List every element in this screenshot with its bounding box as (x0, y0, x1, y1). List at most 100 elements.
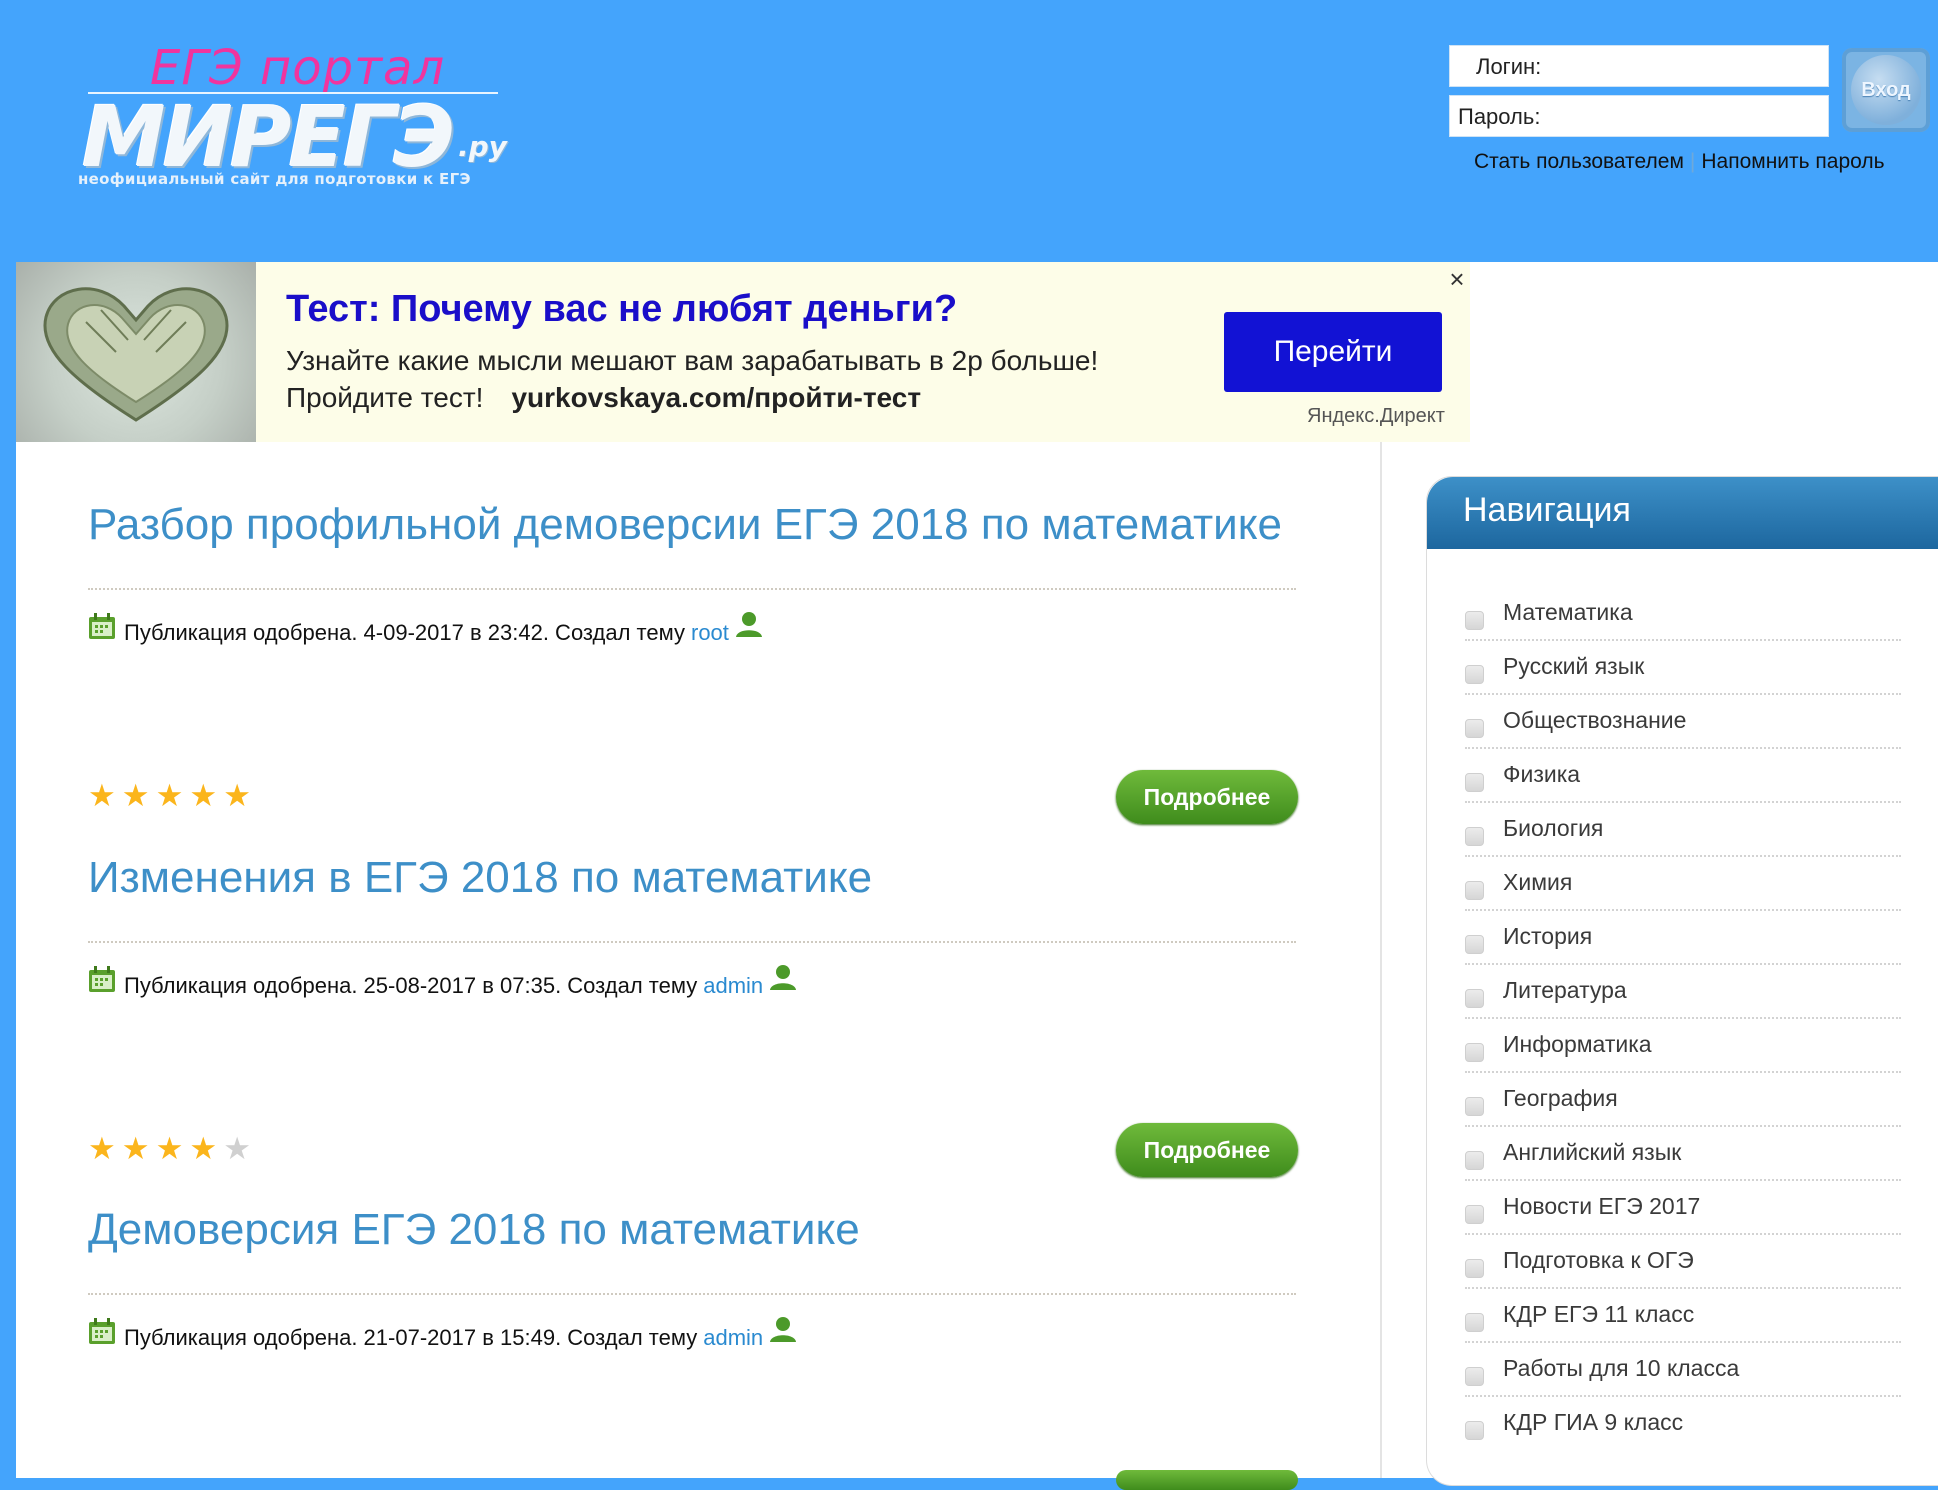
sidebar-item[interactable]: Информатика (1465, 1019, 1901, 1073)
star-icon[interactable]: ★ (223, 780, 251, 811)
sidebar-item[interactable]: Физика (1465, 749, 1901, 803)
star-icon[interactable]: ★ (223, 1133, 251, 1164)
sidebar-item-label[interactable]: Английский язык (1503, 1139, 1681, 1166)
more-button[interactable]: Подробнее (1116, 770, 1298, 824)
star-icon[interactable]: ★ (88, 1133, 116, 1164)
sidebar-item-label[interactable]: Литература (1503, 977, 1627, 1004)
sidebar-item-label[interactable]: Информатика (1503, 1031, 1652, 1058)
ad-text-line2-row: Пройдите тест! yurkovskaya.com/пройти-тес… (286, 379, 1098, 416)
checkbox-icon (1465, 611, 1484, 630)
close-icon[interactable]: × (1445, 264, 1469, 295)
sidebar-item-label[interactable]: Химия (1503, 869, 1572, 896)
sidebar-item[interactable]: Английский язык (1465, 1127, 1901, 1181)
sidebar-item[interactable]: Математика (1465, 587, 1901, 641)
password-field[interactable]: Пароль: (1449, 95, 1829, 137)
logo-subtitle: неофициальный сайт для подготовки к ЕГЭ (78, 170, 471, 188)
calendar-icon (88, 1317, 116, 1351)
post-meta: Публикация одобрена. 25-08-2017 в 07:35.… (88, 965, 797, 1003)
calendar-icon (88, 965, 116, 999)
sidebar-item[interactable]: Подготовка к ОГЭ (1465, 1235, 1901, 1289)
ad-go-button[interactable]: Перейти (1224, 312, 1442, 392)
sidebar-item-label[interactable]: Физика (1503, 761, 1580, 788)
login-field[interactable]: Логин: (1449, 45, 1829, 87)
ad-text: Узнайте какие мысли мешают вам зарабатыв… (286, 342, 1098, 416)
sidebar-navigation: Навигация Математика Русский язык Общест… (1426, 476, 1938, 1486)
ad-heart-money-image[interactable] (16, 262, 256, 442)
post-meta: Публикация одобрена. 21-07-2017 в 15:49.… (88, 1317, 797, 1355)
sidebar-item-label[interactable]: Русский язык (1503, 653, 1644, 680)
post-title[interactable]: Разбор профильной демоверсии ЕГЭ 2018 по… (88, 500, 1282, 550)
checkbox-icon (1465, 827, 1484, 846)
sidebar-item[interactable]: География (1465, 1073, 1901, 1127)
checkbox-icon (1465, 989, 1484, 1008)
logo-domain-text: .ру (458, 130, 507, 163)
site-logo[interactable]: ЕГЭ портал МИРЕГЭ .ру неофициальный сайт… (78, 40, 518, 200)
column-divider (1380, 442, 1382, 1478)
star-icon[interactable]: ★ (122, 780, 150, 811)
sidebar-item-label[interactable]: Биология (1503, 815, 1603, 842)
sidebar-item-label[interactable]: Работы для 10 класса (1503, 1355, 1739, 1382)
star-icon[interactable]: ★ (189, 780, 217, 811)
sidebar-item[interactable]: Работы для 10 класса (1465, 1343, 1901, 1397)
sidebar-item-label[interactable]: География (1503, 1085, 1618, 1112)
sidebar-item[interactable]: Обществознание (1465, 695, 1901, 749)
ad-link[interactable]: yurkovskaya.com/пройти-тест (511, 382, 921, 413)
remind-password-link[interactable]: Напомнить пароль (1701, 150, 1884, 173)
checkbox-icon (1465, 1097, 1484, 1116)
register-link[interactable]: Стать пользователем (1474, 150, 1684, 173)
rating-stars[interactable]: ★ ★ ★ ★ ★ (88, 1133, 251, 1164)
rating-stars[interactable]: ★ ★ ★ ★ ★ (88, 780, 251, 811)
checkbox-icon (1465, 1313, 1484, 1332)
post-divider (88, 588, 1296, 590)
post-title[interactable]: Демоверсия ЕГЭ 2018 по математике (88, 1205, 860, 1255)
post-author-link[interactable]: admin (703, 1325, 763, 1351)
page: ЕГЭ портал МИРЕГЭ .ру неофициальный сайт… (0, 0, 1938, 1490)
sidebar-item[interactable]: История (1465, 911, 1901, 965)
login-button-label: Вход (1851, 55, 1921, 125)
star-icon[interactable]: ★ (122, 1133, 150, 1164)
star-icon[interactable]: ★ (88, 780, 116, 811)
sidebar-item-label[interactable]: Новости ЕГЭ 2017 (1503, 1193, 1700, 1220)
sidebar-item[interactable]: Химия (1465, 857, 1901, 911)
user-icon (769, 1315, 797, 1349)
checkbox-icon (1465, 773, 1484, 792)
star-icon[interactable]: ★ (189, 1133, 217, 1164)
sidebar-item-label[interactable]: История (1503, 923, 1592, 950)
sidebar-item-label[interactable]: Подготовка к ОГЭ (1503, 1247, 1694, 1274)
checkbox-icon (1465, 1205, 1484, 1224)
sidebar-item[interactable]: Русский язык (1465, 641, 1901, 695)
checkbox-icon (1465, 1421, 1484, 1440)
ad-title[interactable]: Тест: Почему вас не любят деньги? (286, 288, 957, 331)
ad-text-line1: Узнайте какие мысли мешают вам зарабатыв… (286, 345, 1099, 376)
checkbox-icon (1465, 719, 1484, 738)
more-button[interactable] (1116, 1470, 1298, 1490)
sidebar-item-label[interactable]: Математика (1503, 599, 1633, 626)
post-title[interactable]: Изменения в ЕГЭ 2018 по математике (88, 853, 872, 903)
ad-text-line2: Пройдите тест! (286, 382, 484, 413)
post-divider (88, 1293, 1296, 1295)
star-icon[interactable]: ★ (156, 1133, 184, 1164)
star-icon[interactable]: ★ (156, 780, 184, 811)
ad-source-label[interactable]: Яндекс.Директ (1307, 405, 1445, 428)
checkbox-icon (1465, 935, 1484, 954)
post-meta-text: Публикация одобрена. 4-09-2017 в 23:42. … (124, 620, 685, 645)
checkbox-icon (1465, 1043, 1484, 1062)
ad-banner[interactable]: Тест: Почему вас не любят деньги? Узнайт… (16, 262, 1470, 442)
sidebar-item-label[interactable]: Обществознание (1503, 707, 1686, 734)
post-author-link[interactable]: admin (703, 973, 763, 999)
sidebar-item[interactable]: Биология (1465, 803, 1901, 857)
post-meta-text: Публикация одобрена. 21-07-2017 в 15:49.… (124, 1325, 698, 1350)
sidebar-item[interactable]: Литература (1465, 965, 1901, 1019)
calendar-icon (88, 612, 116, 646)
sidebar-item-label[interactable]: КДР ГИА 9 класс (1503, 1409, 1683, 1436)
post-author-link[interactable]: root (691, 620, 729, 646)
more-button[interactable]: Подробнее (1116, 1123, 1298, 1177)
sidebar-item[interactable]: КДР ГИА 9 класс (1465, 1397, 1901, 1451)
sidebar-item[interactable]: Новости ЕГЭ 2017 (1465, 1181, 1901, 1235)
sidebar-title: Навигация (1463, 491, 1631, 529)
sidebar-item[interactable]: КДР ЕГЭ 11 класс (1465, 1289, 1901, 1343)
sidebar-item-label[interactable]: КДР ЕГЭ 11 класс (1503, 1301, 1694, 1328)
post-meta-text: Публикация одобрена. 25-08-2017 в 07:35.… (124, 973, 698, 998)
login-button[interactable]: Вход (1842, 48, 1930, 132)
checkbox-icon (1465, 1367, 1484, 1386)
